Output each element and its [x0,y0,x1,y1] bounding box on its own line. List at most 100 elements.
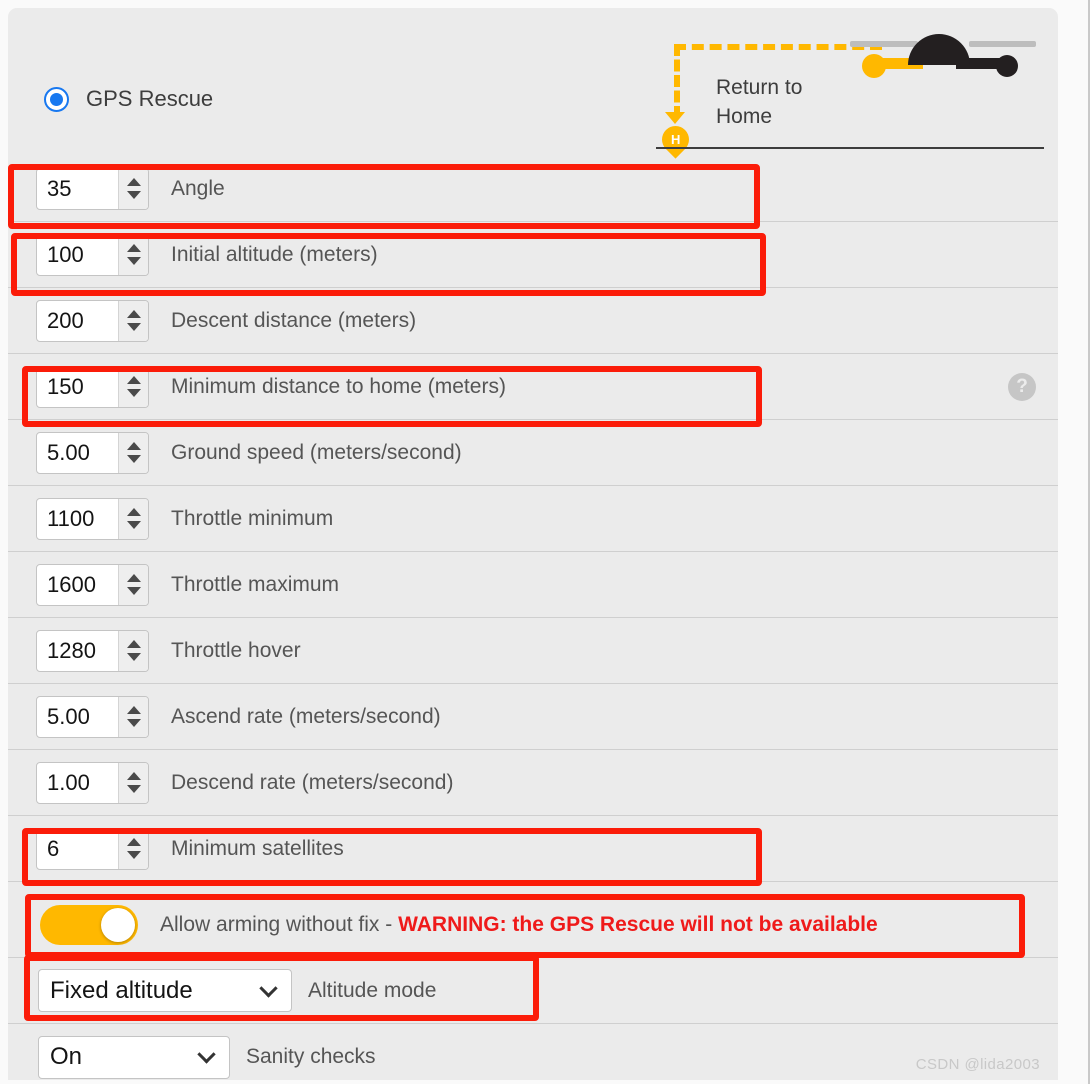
minimum-distance-home-label: Minimum distance to home (meters) [171,374,506,398]
throttle-hover-label: Throttle hover [171,638,301,662]
spin-up-icon[interactable] [126,838,141,846]
ascend-rate-stepper[interactable]: 5.00 [36,695,149,738]
ascend-rate-spin-buttons[interactable] [118,696,148,737]
spin-down-icon[interactable] [126,521,141,529]
throttle-maximum-spin-buttons[interactable] [118,564,148,605]
ascend-rate-value[interactable]: 5.00 [37,705,90,728]
allow-arming-text: Allow arming without fix - [160,912,399,936]
ground-speed-spin-buttons[interactable] [118,432,148,473]
gps-rescue-radio-row[interactable]: GPS Rescue [44,86,213,112]
throttle-maximum-value[interactable]: 1600 [37,573,96,596]
descend-rate-stepper[interactable]: 1.00 [36,761,149,804]
setting-row-throttle-minimum: 1100 Throttle minimum [8,486,1058,552]
drone-body [908,34,970,65]
spin-up-icon[interactable] [126,178,141,186]
throttle-minimum-spin-buttons[interactable] [118,498,148,539]
setting-row-descent-distance: 200 Descent distance (meters) [8,288,1058,354]
setting-row-minimum-satellites: 6 Minimum satellites [8,816,1058,882]
gps-rescue-warning-text: WARNING: the GPS Rescue will not be avai… [398,912,878,936]
throttle-minimum-stepper[interactable]: 1100 [36,497,149,540]
angle-value[interactable]: 35 [37,177,71,200]
home-marker-letter: H [670,132,681,148]
descend-rate-value[interactable]: 1.00 [37,771,90,794]
sanity-checks-select[interactable]: On [38,1035,230,1079]
spin-up-icon[interactable] [126,574,141,582]
descent-distance-stepper[interactable]: 200 [36,299,149,342]
chevron-down-icon[interactable] [259,978,278,998]
spin-up-icon[interactable] [126,376,141,384]
drone-icon [838,30,1038,78]
angle-spin-buttons[interactable] [118,168,148,209]
ground-speed-stepper[interactable]: 5.00 [36,431,149,474]
drone-motor-right [996,55,1018,77]
drone-motor-left [862,54,886,78]
chevron-down-icon[interactable] [197,1045,216,1064]
header-divider [656,147,1044,149]
throttle-maximum-label: Throttle maximum [171,572,340,596]
spin-down-icon[interactable] [126,191,141,199]
radio-selected-dot [50,92,63,106]
setting-row-descend-rate: 1.00 Descend rate (meters/second) [8,750,1058,816]
spin-up-icon[interactable] [126,442,141,450]
descent-arrow-icon [665,112,685,124]
panel-header: GPS Rescue H Return to Home [8,8,1058,159]
spin-down-icon[interactable] [126,785,141,793]
angle-stepper[interactable]: 35 [36,167,149,210]
initial-altitude-stepper[interactable]: 100 [36,233,149,276]
spin-down-icon[interactable] [126,587,141,595]
initial-altitude-value[interactable]: 100 [37,243,84,266]
return-to-home-illustration: H Return to Home [656,24,1046,159]
descend-rate-label: Descend rate (meters/second) [171,770,454,794]
throttle-maximum-stepper[interactable]: 1600 [36,563,149,606]
spin-up-icon[interactable] [126,310,141,318]
allow-arming-without-fix-label: Allow arming without fix - WARNING: the … [160,913,878,937]
minimum-satellites-spin-buttons[interactable] [118,828,148,869]
throttle-minimum-label: Throttle minimum [171,506,334,530]
setting-row-throttle-hover: 1280 Throttle hover [8,618,1058,684]
spin-up-icon[interactable] [126,706,141,714]
minimum-satellites-stepper[interactable]: 6 [36,827,149,870]
descent-distance-spin-buttons[interactable] [118,300,148,341]
spin-up-icon[interactable] [126,244,141,252]
radio-button-gps-rescue[interactable] [44,86,69,112]
minimum-distance-home-stepper[interactable]: 150 [36,365,149,408]
spin-up-icon[interactable] [126,772,141,780]
altitude-mode-select[interactable]: Fixed altitude [38,969,292,1012]
throttle-hover-value[interactable]: 1280 [37,639,96,662]
setting-row-ascend-rate: 5.00 Ascend rate (meters/second) [8,684,1058,750]
spin-down-icon[interactable] [126,323,141,331]
setting-row-angle: 35 Angle [8,156,1058,222]
help-icon[interactable]: ? [1008,372,1036,401]
throttle-minimum-value[interactable]: 1100 [37,507,94,530]
spin-down-icon[interactable] [126,257,141,265]
descend-rate-spin-buttons[interactable] [118,762,148,803]
spin-up-icon[interactable] [126,508,141,516]
minimum-distance-home-spin-buttons[interactable] [118,366,148,407]
setting-row-ground-speed: 5.00 Ground speed (meters/second) [8,420,1058,486]
spin-down-icon[interactable] [126,653,141,661]
spin-down-icon[interactable] [126,851,141,859]
altitude-mode-label: Altitude mode [308,978,437,1002]
home-marker-pin-icon: H [656,120,695,159]
throttle-hover-spin-buttons[interactable] [118,630,148,671]
minimum-satellites-label: Minimum satellites [171,836,344,860]
angle-label: Angle [171,176,225,200]
spin-down-icon[interactable] [126,389,141,397]
throttle-hover-stepper[interactable]: 1280 [36,629,149,672]
radio-label-gps-rescue: GPS Rescue [86,86,214,111]
initial-altitude-spin-buttons[interactable] [118,234,148,275]
toggle-knob[interactable] [101,907,135,942]
setting-row-initial-altitude: 100 Initial altitude (meters) [8,222,1058,288]
propeller-left-icon [850,41,918,47]
spin-down-icon[interactable] [126,455,141,463]
allow-arming-without-fix-toggle[interactable] [40,904,138,945]
sanity-checks-value: On [50,1043,83,1070]
spin-down-icon[interactable] [126,719,141,727]
ground-speed-value[interactable]: 5.00 [37,441,90,464]
descent-distance-value[interactable]: 200 [37,309,84,332]
spin-up-icon[interactable] [126,640,141,648]
minimum-satellites-value[interactable]: 6 [37,837,59,860]
gps-rescue-settings-panel: GPS Rescue H Return to Home 35 Angle 100… [8,8,1058,1080]
setting-row-minimum-distance-home: 150 Minimum distance to home (meters) ? [8,354,1058,420]
minimum-distance-home-value[interactable]: 150 [37,375,84,398]
